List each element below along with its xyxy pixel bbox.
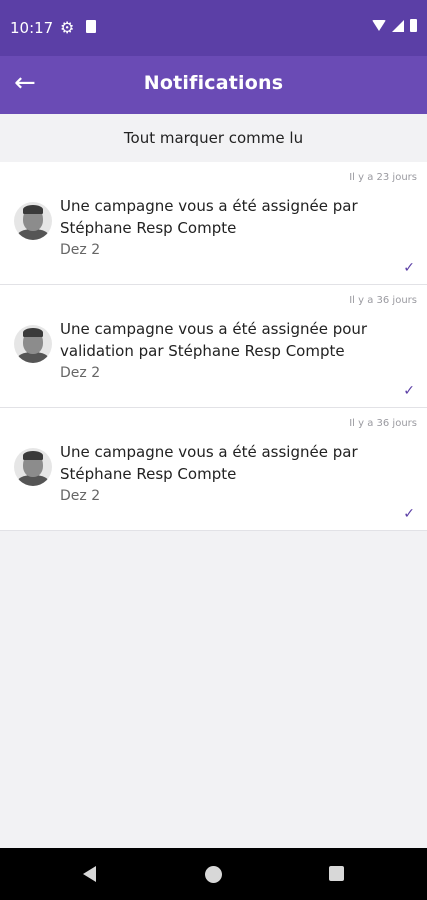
notification-item[interactable]: Il y a 23 jours Une campagne vous a été … bbox=[0, 162, 427, 285]
notification-message: Une campagne vous a été assignée pour va… bbox=[60, 320, 368, 360]
system-nav-bar bbox=[0, 848, 427, 900]
notification-time: Il y a 36 jours bbox=[349, 295, 417, 306]
nav-recents-icon[interactable] bbox=[329, 866, 344, 881]
read-check-icon: ✓ bbox=[403, 383, 415, 399]
avatar bbox=[14, 325, 52, 363]
nav-back-icon[interactable] bbox=[83, 866, 96, 882]
notification-subtitle: Dez 2 bbox=[60, 365, 101, 381]
read-check-icon: ✓ bbox=[403, 506, 415, 522]
notification-list: Il y a 23 jours Une campagne vous a été … bbox=[0, 162, 427, 531]
sd-card-icon bbox=[86, 20, 96, 33]
mark-all-read-button[interactable]: Tout marquer comme lu bbox=[0, 114, 427, 162]
app-bar: ← Notifications bbox=[0, 56, 427, 114]
notification-message: Une campagne vous a été assignée par Sté… bbox=[60, 443, 358, 483]
status-time: 10:17 bbox=[10, 19, 54, 37]
battery-icon bbox=[410, 19, 417, 32]
read-check-icon: ✓ bbox=[403, 260, 415, 276]
settings-icon: ⚙ bbox=[60, 18, 75, 37]
notification-time: Il y a 36 jours bbox=[349, 418, 417, 429]
wifi-icon bbox=[372, 20, 386, 31]
page-title: Notifications bbox=[143, 72, 284, 94]
notification-item[interactable]: Il y a 36 jours Une campagne vous a été … bbox=[0, 408, 427, 531]
notification-message: Une campagne vous a été assignée par Sté… bbox=[60, 197, 358, 237]
signal-icon bbox=[392, 19, 404, 32]
avatar bbox=[14, 448, 52, 486]
status-icons bbox=[372, 19, 417, 32]
status-bar: 10:17 ⚙ bbox=[0, 0, 427, 56]
nav-home-icon[interactable] bbox=[205, 866, 222, 883]
notification-subtitle: Dez 2 bbox=[60, 488, 101, 504]
avatar bbox=[14, 202, 52, 240]
notification-time: Il y a 23 jours bbox=[349, 172, 417, 183]
notification-subtitle: Dez 2 bbox=[60, 242, 101, 258]
notification-item[interactable]: Il y a 36 jours Une campagne vous a été … bbox=[0, 285, 427, 408]
